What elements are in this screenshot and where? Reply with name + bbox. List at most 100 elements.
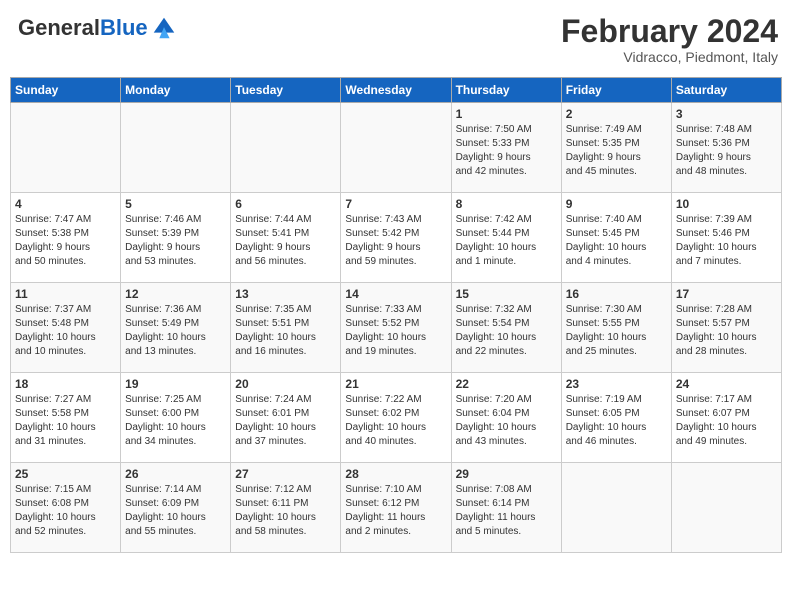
day-info: Sunrise: 7:25 AM Sunset: 6:00 PM Dayligh… [125,393,226,449]
day-info: Sunrise: 7:30 AM Sunset: 5:55 PM Dayligh… [566,303,667,359]
day-number: 10 [676,197,777,211]
calendar-cell: 29 Sunrise: 7:08 AM Sunset: 6:14 PM Dayli… [451,463,561,553]
column-header-tuesday: Tuesday [231,78,341,103]
day-number: 24 [676,377,777,391]
logo-icon [150,14,178,42]
calendar-cell: 22 Sunrise: 7:20 AM Sunset: 6:04 PM Dayli… [451,373,561,463]
calendar-cell: 10Sunrise: 7:39 AM Sunset: 5:46 PM Dayli… [671,193,781,283]
logo-general-text: General [18,15,100,40]
day-number: 5 [125,197,226,211]
day-number: 1 [456,107,557,121]
day-number: 25 [15,467,116,481]
column-header-friday: Friday [561,78,671,103]
day-info: Sunrise: 7:17 AM Sunset: 6:07 PM Dayligh… [676,393,777,449]
column-header-monday: Monday [121,78,231,103]
calendar-cell: 13Sunrise: 7:35 AM Sunset: 5:51 PM Dayli… [231,283,341,373]
logo-blue-text: Blue [100,15,148,40]
day-number: 21 [345,377,446,391]
column-header-sunday: Sunday [11,78,121,103]
day-info: Sunrise: 7:15 AM Sunset: 6:08 PM Dayligh… [15,483,116,539]
calendar-cell: 14 Sunrise: 7:33 AM Sunset: 5:52 PM Dayli… [341,283,451,373]
calendar-cell [11,103,121,193]
calendar-week-4: 18 Sunrise: 7:27 AM Sunset: 5:58 PM Dayli… [11,373,782,463]
calendar-cell [561,463,671,553]
day-info: Sunrise: 7:48 AM Sunset: 5:36 PM Dayligh… [676,123,777,179]
day-number: 23 [566,377,667,391]
calendar-cell: 19 Sunrise: 7:25 AM Sunset: 6:00 PM Dayli… [121,373,231,463]
calendar-cell: 20 Sunrise: 7:24 AM Sunset: 6:01 PM Dayli… [231,373,341,463]
day-info: Sunrise: 7:14 AM Sunset: 6:09 PM Dayligh… [125,483,226,539]
calendar-cell [671,463,781,553]
day-info: Sunrise: 7:27 AM Sunset: 5:58 PM Dayligh… [15,393,116,449]
day-number: 27 [235,467,336,481]
day-info: Sunrise: 7:20 AM Sunset: 6:04 PM Dayligh… [456,393,557,449]
header: GeneralBlue February 2024 Vidracco, Pied… [10,10,782,69]
calendar-cell [121,103,231,193]
day-number: 19 [125,377,226,391]
day-info: Sunrise: 7:46 AM Sunset: 5:39 PM Dayligh… [125,213,226,269]
day-info: Sunrise: 7:50 AM Sunset: 5:33 PM Dayligh… [456,123,557,179]
main-title: February 2024 [561,14,778,49]
calendar-cell: 12 Sunrise: 7:36 AM Sunset: 5:49 PM Dayli… [121,283,231,373]
day-number: 13 [235,287,336,301]
calendar-week-1: 1 Sunrise: 7:50 AM Sunset: 5:33 PM Daylig… [11,103,782,193]
day-number: 20 [235,377,336,391]
day-number: 6 [235,197,336,211]
calendar-cell: 2 Sunrise: 7:49 AM Sunset: 5:35 PM Daylig… [561,103,671,193]
calendar-week-2: 4Sunrise: 7:47 AM Sunset: 5:38 PM Daylig… [11,193,782,283]
day-info: Sunrise: 7:36 AM Sunset: 5:49 PM Dayligh… [125,303,226,359]
calendar-cell: 6 Sunrise: 7:44 AM Sunset: 5:41 PM Daylig… [231,193,341,283]
day-info: Sunrise: 7:10 AM Sunset: 6:12 PM Dayligh… [345,483,446,539]
day-info: Sunrise: 7:37 AM Sunset: 5:48 PM Dayligh… [15,303,116,359]
calendar-cell: 25 Sunrise: 7:15 AM Sunset: 6:08 PM Dayli… [11,463,121,553]
calendar-cell: 15 Sunrise: 7:32 AM Sunset: 5:54 PM Dayli… [451,283,561,373]
day-number: 12 [125,287,226,301]
calendar-cell: 1 Sunrise: 7:50 AM Sunset: 5:33 PM Daylig… [451,103,561,193]
day-info: Sunrise: 7:24 AM Sunset: 6:01 PM Dayligh… [235,393,336,449]
title-block: February 2024 Vidracco, Piedmont, Italy [561,14,778,65]
day-number: 2 [566,107,667,121]
logo: GeneralBlue [18,14,178,42]
day-number: 9 [566,197,667,211]
column-header-thursday: Thursday [451,78,561,103]
day-number: 29 [456,467,557,481]
column-header-wednesday: Wednesday [341,78,451,103]
calendar-cell: 4Sunrise: 7:47 AM Sunset: 5:38 PM Daylig… [11,193,121,283]
day-number: 11 [15,287,116,301]
day-info: Sunrise: 7:43 AM Sunset: 5:42 PM Dayligh… [345,213,446,269]
day-number: 14 [345,287,446,301]
day-number: 22 [456,377,557,391]
calendar-cell: 3Sunrise: 7:48 AM Sunset: 5:36 PM Daylig… [671,103,781,193]
day-info: Sunrise: 7:49 AM Sunset: 5:35 PM Dayligh… [566,123,667,179]
calendar-table: SundayMondayTuesdayWednesdayThursdayFrid… [10,77,782,553]
calendar-cell: 5 Sunrise: 7:46 AM Sunset: 5:39 PM Daylig… [121,193,231,283]
calendar-cell: 24 Sunrise: 7:17 AM Sunset: 6:07 PM Dayli… [671,373,781,463]
calendar-cell [341,103,451,193]
calendar-cell: 9Sunrise: 7:40 AM Sunset: 5:45 PM Daylig… [561,193,671,283]
calendar-cell: 23Sunrise: 7:19 AM Sunset: 6:05 PM Dayli… [561,373,671,463]
day-info: Sunrise: 7:42 AM Sunset: 5:44 PM Dayligh… [456,213,557,269]
calendar-cell: 28 Sunrise: 7:10 AM Sunset: 6:12 PM Dayli… [341,463,451,553]
day-number: 7 [345,197,446,211]
calendar-week-3: 11 Sunrise: 7:37 AM Sunset: 5:48 PM Dayli… [11,283,782,373]
day-info: Sunrise: 7:28 AM Sunset: 5:57 PM Dayligh… [676,303,777,359]
column-header-saturday: Saturday [671,78,781,103]
day-info: Sunrise: 7:32 AM Sunset: 5:54 PM Dayligh… [456,303,557,359]
calendar-cell: 18 Sunrise: 7:27 AM Sunset: 5:58 PM Dayli… [11,373,121,463]
day-number: 16 [566,287,667,301]
day-number: 15 [456,287,557,301]
day-number: 4 [15,197,116,211]
day-info: Sunrise: 7:08 AM Sunset: 6:14 PM Dayligh… [456,483,557,539]
day-info: Sunrise: 7:22 AM Sunset: 6:02 PM Dayligh… [345,393,446,449]
calendar-cell [231,103,341,193]
day-info: Sunrise: 7:12 AM Sunset: 6:11 PM Dayligh… [235,483,336,539]
day-number: 26 [125,467,226,481]
day-number: 18 [15,377,116,391]
day-number: 17 [676,287,777,301]
calendar-cell: 17 Sunrise: 7:28 AM Sunset: 5:57 PM Dayli… [671,283,781,373]
day-info: Sunrise: 7:33 AM Sunset: 5:52 PM Dayligh… [345,303,446,359]
day-number: 8 [456,197,557,211]
day-info: Sunrise: 7:44 AM Sunset: 5:41 PM Dayligh… [235,213,336,269]
calendar-cell: 16 Sunrise: 7:30 AM Sunset: 5:55 PM Dayli… [561,283,671,373]
day-number: 28 [345,467,446,481]
